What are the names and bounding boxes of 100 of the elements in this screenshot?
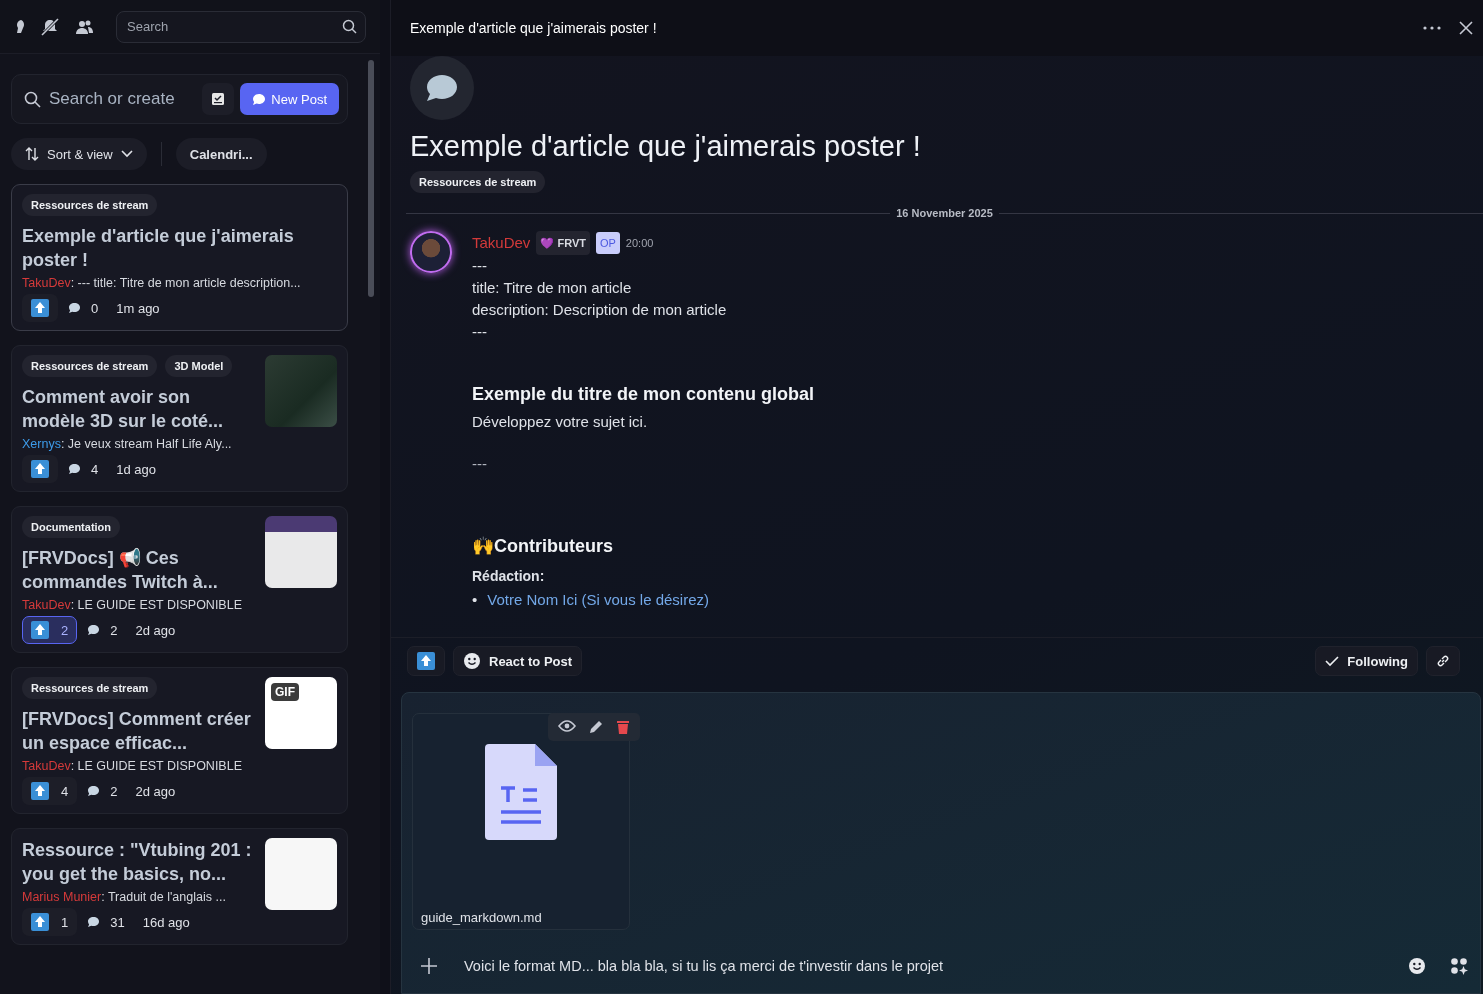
image-thumbnail [265, 516, 337, 588]
message-text: --- [472, 322, 488, 342]
checklist-button[interactable] [202, 83, 235, 115]
post-card[interactable]: Documentation [FRVDocs] 📢 Ces commandes Twitch à... TakuDev: LE GUIDE EST DISPONIBLE 2 2 2d ago [11, 506, 348, 653]
message-text: description: Description de mon article [472, 300, 728, 320]
upvote-button[interactable]: 2 [22, 616, 78, 644]
post-preview: Xernys: Je veux stream Half Life Aly... [22, 437, 233, 451]
speech-bubble-icon [252, 92, 267, 106]
thread-tag: Ressources de stream [410, 171, 546, 193]
post-title: Ressource : "Vtubing 201 : you get the basics, no... [22, 839, 253, 886]
new-post-button[interactable]: New Post [240, 83, 339, 115]
message-text: Développez votre sujet ici. [472, 412, 649, 432]
apps-icon[interactable] [1450, 957, 1468, 975]
smiley-icon [1408, 957, 1426, 975]
comment-count: 0 [91, 300, 99, 316]
post-tag: Ressources de stream [22, 194, 158, 216]
upvote-button[interactable]: 1 [22, 908, 78, 936]
message-input[interactable]: Voici le format MD... bla bla bla, si tu lis ça merci de t'investir dans le projet [462, 957, 1384, 975]
date-divider-label: 16 November 2025 [896, 207, 993, 219]
text-file-icon [485, 744, 557, 840]
post-preview: Marius Munier: Traduit de l'anglais ... [22, 890, 227, 904]
checklist-icon [211, 92, 226, 106]
close-icon[interactable] [1459, 21, 1473, 35]
upvote-button[interactable] [407, 646, 445, 676]
message-text: --- [472, 256, 488, 276]
comment-count: 2 [110, 783, 118, 799]
post-time: 2d ago [135, 622, 176, 638]
post-tag: Documentation [22, 516, 121, 538]
attachment-filename: guide_markdown.md [421, 910, 542, 925]
search-input[interactable]: Search [125, 18, 305, 35]
file-attachment[interactable]: guide_markdown.md [412, 713, 630, 930]
chevron-down-icon [120, 150, 133, 158]
post-card[interactable]: Ressource : "Vtubing 201 : you get the basics, no... Marius Munier: Traduit de l'anglais ... 1 31 16d ago [11, 828, 348, 945]
muted-bell-icon[interactable] [40, 17, 60, 36]
pencil-icon[interactable] [588, 719, 604, 735]
post-time: 1m ago [116, 300, 160, 316]
post-title: [FRVDocs] 📢 Ces commandes Twitch à... [22, 547, 219, 594]
post-card[interactable]: Ressources de stream [FRVDocs] Comment créer un espace efficac... TakuDev: LE GUIDE EST DISPONIBLE 4 2 2d ago GIF [11, 667, 348, 814]
trash-icon[interactable] [616, 719, 630, 735]
post-tag: Ressources de stream [22, 355, 158, 377]
section-heading: 🙌Contributeurs [472, 535, 614, 557]
post-title: Comment avoir son modèle 3D sur le coté... [22, 386, 225, 433]
contributor-link[interactable]: Votre Nom Ici (Si vous le désirez) [487, 589, 709, 611]
section-heading: Exemple du titre de mon contenu global [472, 383, 815, 405]
comment-count: 2 [110, 622, 118, 638]
post-tag: 3D Model [165, 355, 233, 377]
sort-arrows-icon [25, 147, 39, 161]
smiley-icon [463, 652, 481, 670]
message-text: --- [472, 454, 488, 474]
link-icon [1436, 654, 1450, 668]
message-time: 20:00 [625, 236, 654, 251]
message-text: Rédaction: [472, 567, 546, 586]
more-options-icon[interactable] [1423, 26, 1441, 30]
sort-view-button[interactable]: Sort & view [11, 138, 147, 170]
post-tag: Ressources de stream [22, 677, 158, 699]
author-name[interactable]: TakuDev [472, 232, 531, 254]
message-text: title: Titre de mon article [472, 278, 633, 298]
members-icon[interactable] [74, 18, 94, 35]
bullet-marker: • [472, 590, 478, 610]
eye-icon[interactable] [558, 719, 576, 733]
thread-title: Exemple d'article que j'aimerais poster ! [410, 130, 922, 163]
post-card[interactable]: Ressources de stream 3D Model Comment avoir son modèle 3D sur le coté... Xernys: Je veux stream Half Life Aly... 4 1d ago [11, 345, 348, 492]
thread-icon[interactable] [14, 18, 26, 35]
speech-bubble-icon [68, 302, 81, 314]
forum-search-field[interactable]: Search or create New Post [11, 74, 348, 124]
user-avatar[interactable] [410, 231, 452, 273]
post-time: 2d ago [135, 783, 176, 799]
upvote-button[interactable] [22, 294, 58, 322]
image-thumbnail [265, 355, 337, 427]
search-field[interactable]: Search [116, 10, 366, 43]
comment-count: 4 [91, 461, 99, 477]
speech-bubble-icon [68, 463, 81, 475]
comment-count: 31 [110, 914, 125, 930]
upvote-button[interactable]: 4 [22, 777, 78, 805]
plus-icon[interactable] [420, 957, 438, 975]
upvote-button[interactable] [22, 455, 58, 483]
server-badge: 💜 FRVT [536, 231, 590, 255]
image-thumbnail [265, 838, 337, 910]
speech-bubble-icon [87, 916, 101, 928]
post-preview: TakuDev: LE GUIDE EST DISPONIBLE [22, 759, 243, 773]
checkmark-icon [1325, 655, 1340, 667]
search-icon [24, 90, 41, 108]
post-title: [FRVDocs] Comment créer un espace efficac... [22, 708, 252, 755]
speech-bubble-icon [87, 624, 101, 636]
scrollbar-thumb[interactable] [368, 60, 374, 297]
op-badge: OP [595, 232, 620, 254]
tag-filter[interactable]: Calendri... [175, 138, 267, 170]
post-time: 1d ago [116, 461, 156, 477]
speech-bubble-icon [87, 785, 101, 797]
post-preview: TakuDev: --- title: Titre de mon article description... [22, 276, 302, 290]
post-preview: TakuDev: LE GUIDE EST DISPONIBLE [22, 598, 243, 612]
gif-label: GIF [271, 683, 299, 701]
post-card[interactable]: Ressources de stream Exemple d'article que j'aimerais poster ! TakuDev: --- title: Titre de mon article description... 0 1m ago [11, 184, 348, 331]
thread-header-title: Exemple d'article que j'aimerais poster ! [410, 20, 658, 36]
search-icon [342, 19, 357, 34]
post-time: 16d ago [142, 914, 190, 930]
following-button[interactable]: Following [1315, 646, 1418, 676]
post-title: Exemple d'article que j'aimerais poster ! [22, 225, 295, 272]
copy-link-button[interactable] [1426, 646, 1460, 676]
react-button[interactable]: React to Post [453, 646, 583, 676]
